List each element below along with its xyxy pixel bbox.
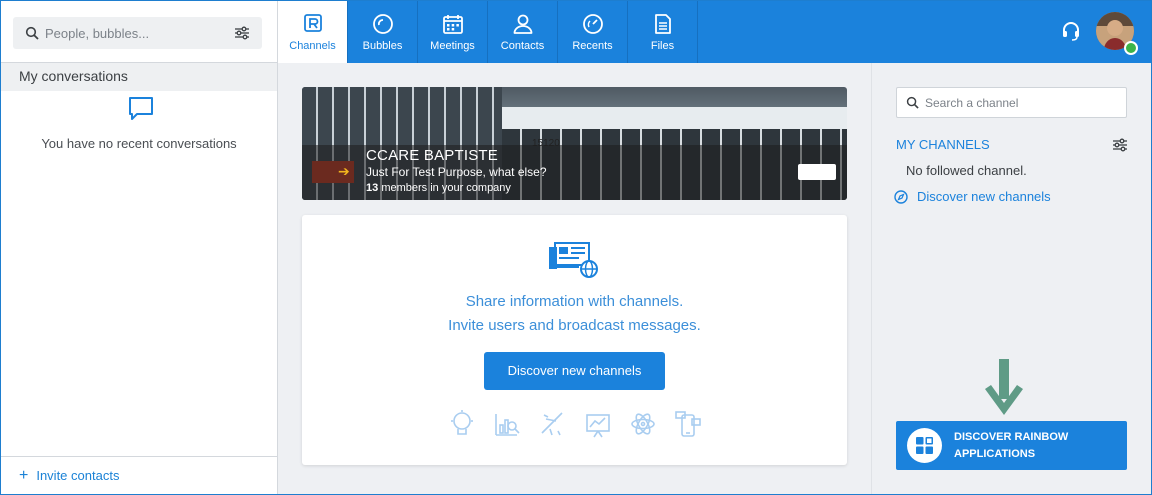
discover-rainbow-apps-button[interactable]: DISCOVER RAINBOW APPLICATIONS — [896, 421, 1127, 470]
people-search-input[interactable]: People, bubbles... — [13, 17, 262, 49]
bubbles-icon — [372, 14, 393, 34]
channels-main: 15120 ➔ CCARE BAPTISTE Just For Test Pur… — [278, 63, 871, 494]
member-count: 13 — [366, 182, 379, 194]
search-icon — [906, 96, 919, 109]
promo-line-1: Share information with channels. — [465, 293, 684, 310]
tab-bubbles[interactable]: Bubbles — [348, 1, 418, 63]
top-navigation: Channels Bubbles Meetings Contacts Recen… — [278, 1, 1151, 63]
headset-icon[interactable] — [1060, 20, 1082, 42]
tab-label: Recents — [572, 40, 613, 52]
conversations-panel: People, bubbles... My conversations You … — [1, 1, 278, 494]
channel-search-input[interactable]: Search a channel — [896, 87, 1127, 118]
discover-channels-button[interactable]: Discover new channels — [484, 352, 665, 390]
arrow-right-icon: ➔ — [338, 163, 350, 179]
channel-subtitle: Just For Test Purpose, what else? — [366, 165, 547, 179]
chat-bubble-icon — [129, 97, 153, 120]
category-icons — [448, 409, 702, 439]
tab-label: Files — [650, 40, 675, 52]
channel-banner[interactable]: 15120 ➔ CCARE BAPTISTE Just For Test Pur… — [302, 87, 847, 200]
tab-label: Bubbles — [362, 40, 403, 52]
banner-image-roof — [502, 107, 847, 129]
discover-link-label: Discover new channels — [917, 189, 1051, 204]
file-icon — [654, 14, 671, 34]
tab-label: Contacts — [500, 40, 545, 52]
clock-icon — [582, 14, 603, 34]
channel-title: CCARE BAPTISTE — [366, 147, 498, 164]
search-placeholder: People, bubbles... — [45, 25, 150, 41]
lightbulb-icon — [451, 410, 473, 435]
apps-button-line-2: APPLICATIONS — [954, 448, 1036, 460]
filter-icon[interactable] — [1112, 138, 1128, 152]
apps-grid-icon — [916, 437, 933, 454]
arrow-down-icon — [985, 359, 1023, 415]
tab-recents[interactable]: Recents — [558, 1, 628, 63]
channels-icon — [303, 14, 322, 32]
app-window: People, bubbles... My conversations You … — [0, 0, 1152, 495]
apps-icon-circle — [907, 428, 942, 463]
mobile-chat-icon — [675, 411, 701, 437]
tab-channels[interactable]: Channels — [278, 1, 348, 63]
no-conversations-text: You have no recent conversations — [41, 136, 237, 151]
channels-promo-card: Share information with channels. Invite … — [302, 215, 847, 465]
channel-members: 13 members in your company — [366, 182, 511, 194]
tab-files[interactable]: Files — [628, 1, 698, 63]
chart-magnifier-icon — [495, 414, 520, 436]
atom-icon — [630, 413, 655, 435]
my-channels-header: MY CHANNELS — [896, 137, 990, 152]
presence-status-dot — [1124, 41, 1138, 55]
invite-contacts-button[interactable]: + Invite contacts — [1, 456, 277, 494]
member-suffix: members in your company — [381, 182, 511, 194]
no-followed-channel-text: No followed channel. — [906, 163, 1027, 178]
plus-icon: + — [19, 466, 29, 484]
search-icon — [25, 26, 39, 40]
my-conversations-header: My conversations — [1, 63, 277, 91]
news-globe-icon — [549, 242, 598, 278]
compass-icon — [894, 189, 908, 204]
company-logo — [798, 164, 836, 180]
invite-contacts-label: Invite contacts — [36, 468, 120, 483]
airplane-icon — [541, 412, 563, 436]
tab-contacts[interactable]: Contacts — [488, 1, 558, 63]
tab-label: Meetings — [430, 40, 475, 52]
promo-line-2: Invite users and broadcast messages. — [448, 317, 701, 334]
user-icon — [513, 14, 532, 34]
presentation-icon — [585, 414, 610, 438]
tab-label: Channels — [289, 40, 336, 52]
search-placeholder: Search a channel — [925, 95, 1019, 110]
apps-button-line-1: DISCOVER RAINBOW — [954, 431, 1069, 443]
tab-meetings[interactable]: Meetings — [418, 1, 488, 63]
discover-channels-link[interactable]: Discover new channels — [894, 189, 1051, 204]
filter-icon[interactable] — [234, 26, 250, 40]
calendar-icon — [442, 15, 463, 34]
channels-sidebar: Search a channel MY CHANNELS No followed… — [871, 63, 1151, 494]
